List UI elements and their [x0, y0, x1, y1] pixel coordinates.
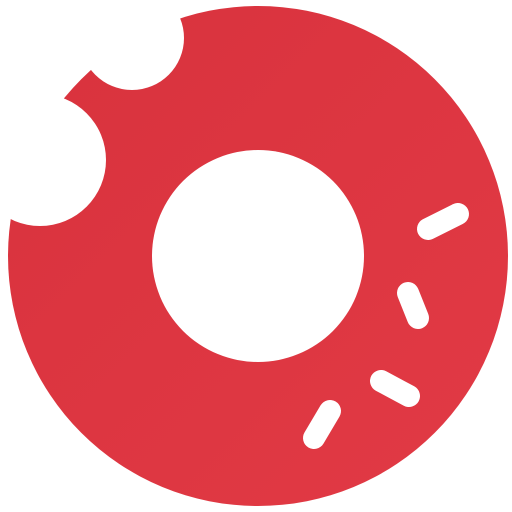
app-icon-canvas — [0, 0, 512, 512]
bitten-donut-icon — [8, 6, 508, 506]
donut-body — [8, 6, 508, 506]
sprinkle — [370, 370, 420, 407]
sprinkle — [417, 203, 469, 240]
sprinkle — [303, 400, 341, 449]
sprinkle — [397, 282, 429, 329]
